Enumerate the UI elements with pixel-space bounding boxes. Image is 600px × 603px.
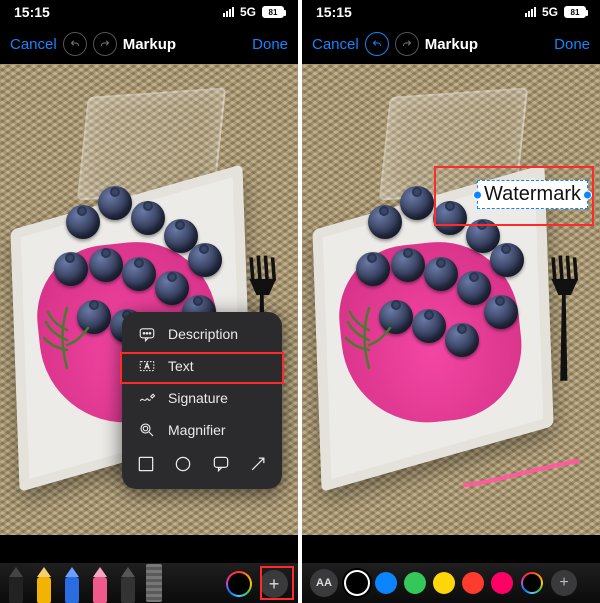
redo-icon (99, 38, 111, 50)
menu-item-description[interactable]: Description (122, 318, 282, 350)
color-swatch[interactable] (491, 572, 513, 594)
undo-icon (371, 38, 383, 50)
done-button[interactable]: Done (252, 36, 288, 53)
status-time: 15:15 (14, 4, 50, 20)
pen-tool-blue[interactable] (62, 563, 82, 603)
shape-arrow[interactable] (248, 454, 268, 479)
signature-icon (136, 389, 158, 407)
undo-icon (69, 38, 81, 50)
markup-toolbar: + (0, 563, 298, 603)
pen-tool-pink[interactable] (90, 563, 110, 603)
shape-circle[interactable] (173, 454, 193, 479)
phone-right: 15:15 5G 81 Cancel Markup Done (302, 0, 600, 603)
undo-button[interactable] (63, 32, 87, 56)
cancel-button[interactable]: Cancel (312, 36, 359, 53)
signal-icon (525, 7, 536, 17)
color-picker-button[interactable] (226, 571, 252, 597)
add-menu-popup: Description Text Signature Magnifier (122, 312, 282, 489)
menu-item-signature[interactable]: Signature (122, 382, 282, 414)
phone-left: 15:15 5G 81 Cancel Markup Done (0, 0, 298, 603)
status-bar: 15:15 5G 81 (302, 0, 600, 24)
add-button[interactable]: + (551, 570, 577, 596)
shape-speech-bubble[interactable] (211, 454, 231, 479)
redo-button[interactable] (395, 32, 419, 56)
status-right: 5G 81 (223, 5, 284, 19)
battery-icon: 81 (262, 6, 284, 18)
add-button[interactable]: + (260, 570, 288, 598)
resize-handle-left[interactable] (473, 190, 482, 199)
nav-bar: Cancel Markup Done (302, 24, 600, 64)
canvas[interactable]: Description Text Signature Magnifier (0, 64, 298, 535)
plus-icon: + (559, 574, 568, 592)
undo-button[interactable] (365, 32, 389, 56)
bottom-spacer (0, 535, 298, 563)
redo-button[interactable] (93, 32, 117, 56)
shape-square[interactable] (136, 454, 156, 479)
pen-tool-highlighter[interactable] (34, 563, 54, 603)
plus-icon: + (269, 574, 280, 595)
menu-item-magnifier[interactable]: Magnifier (122, 414, 282, 446)
page-title: Markup (425, 36, 478, 53)
photo (302, 64, 600, 535)
done-button[interactable]: Done (554, 36, 590, 53)
color-picker-button[interactable] (521, 572, 543, 594)
ruler-tool[interactable] (146, 564, 162, 602)
bottom-spacer (302, 535, 600, 563)
description-icon (136, 325, 158, 343)
status-right: 5G 81 (525, 5, 586, 19)
watermark-text-box[interactable]: Watermark (477, 180, 588, 209)
color-swatch[interactable] (346, 572, 368, 594)
menu-label: Signature (168, 390, 228, 406)
redo-icon (401, 38, 413, 50)
text-color-toolbar: AA + (302, 563, 600, 603)
fork-icon (537, 224, 591, 412)
pen-tool-black[interactable] (6, 563, 26, 603)
network-label: 5G (542, 5, 558, 19)
freehand-stroke (460, 457, 580, 487)
signal-icon (223, 7, 234, 17)
resize-handle-right[interactable] (583, 190, 592, 199)
shapes-row (122, 446, 282, 483)
watermark-text: Watermark (484, 183, 581, 205)
menu-label: Text (168, 358, 194, 374)
herb-icon (42, 300, 92, 370)
battery-icon: 81 (564, 6, 586, 18)
magnifier-icon (136, 421, 158, 439)
menu-label: Magnifier (168, 422, 226, 438)
canvas[interactable]: Watermark (302, 64, 600, 535)
nav-bar: Cancel Markup Done (0, 24, 298, 64)
color-swatch[interactable] (462, 572, 484, 594)
page-title: Markup (123, 36, 176, 53)
herb-icon (344, 300, 394, 370)
color-swatch[interactable] (433, 572, 455, 594)
menu-label: Description (168, 326, 238, 342)
status-bar: 15:15 5G 81 (0, 0, 298, 24)
pen-tool-pencil[interactable] (118, 563, 138, 603)
menu-item-text[interactable]: Text (122, 350, 282, 382)
network-label: 5G (240, 5, 256, 19)
color-swatch[interactable] (375, 572, 397, 594)
status-time: 15:15 (316, 4, 352, 20)
color-swatch[interactable] (404, 572, 426, 594)
cancel-button[interactable]: Cancel (10, 36, 57, 53)
text-style-button[interactable]: AA (310, 569, 338, 597)
text-icon (136, 357, 158, 375)
